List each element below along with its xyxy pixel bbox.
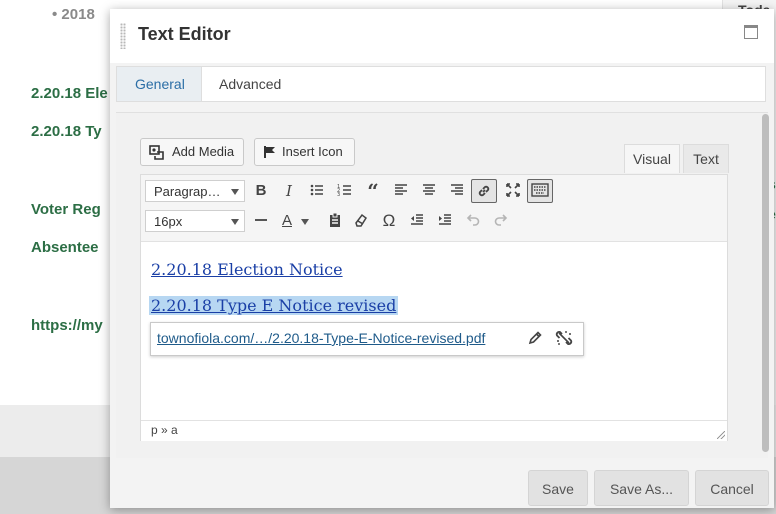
dialog-title: Text Editor bbox=[138, 24, 231, 44]
background-link-type-e[interactable]: 2.20.18 Ty bbox=[31, 123, 102, 140]
text-color-icon[interactable]: A bbox=[275, 209, 299, 233]
chevron-down-icon bbox=[231, 219, 239, 225]
resize-handle-icon[interactable] bbox=[717, 431, 725, 439]
document-link-type-e-notice[interactable]: 2.20.18 Type E Notice revised bbox=[149, 296, 399, 315]
save-as-button[interactable]: Save As... bbox=[594, 470, 689, 506]
font-size-select-value: 16px bbox=[154, 214, 183, 229]
background-link-election[interactable]: 2.20.18 Ele bbox=[31, 85, 108, 102]
editor-statusbar: p » a bbox=[141, 420, 727, 441]
align-center-icon[interactable] bbox=[417, 179, 441, 203]
horizontal-line-icon[interactable] bbox=[249, 209, 273, 233]
save-button[interactable]: Save bbox=[528, 470, 588, 506]
add-media-icon bbox=[149, 145, 164, 160]
format-select-value: Paragrap… bbox=[154, 184, 221, 199]
outdent-icon[interactable] bbox=[405, 209, 429, 233]
bold-icon[interactable]: B bbox=[249, 179, 273, 203]
insert-icon-label: Insert Icon bbox=[282, 144, 343, 159]
background-link-absentee[interactable]: Absentee bbox=[31, 239, 99, 256]
paste-text-icon[interactable] bbox=[323, 209, 347, 233]
numbered-list-icon[interactable]: 123 bbox=[333, 179, 357, 203]
italic-icon[interactable]: I bbox=[277, 179, 301, 203]
add-media-button[interactable]: Add Media bbox=[140, 138, 244, 166]
tab-advanced[interactable]: Advanced bbox=[201, 67, 299, 101]
blockquote-icon[interactable]: “ bbox=[361, 179, 385, 203]
dialog-tabs: General Advanced bbox=[116, 66, 766, 102]
text-editor-dialog: Text Editor General Advanced Add Media I… bbox=[110, 9, 774, 508]
svg-text:3: 3 bbox=[337, 192, 340, 198]
link-preview-url[interactable]: townofiola.com/…/2.20.18-Type-E-Notice-r… bbox=[157, 330, 485, 346]
cancel-button[interactable]: Cancel bbox=[695, 470, 769, 506]
dialog-header[interactable]: Text Editor bbox=[110, 9, 774, 63]
drag-handle-icon[interactable] bbox=[120, 23, 126, 49]
editor-toolbar: Paragrap… B I 123 “ 16px A Ω bbox=[141, 175, 727, 242]
link-preview-popup: townofiola.com/…/2.20.18-Type-E-Notice-r… bbox=[150, 322, 584, 356]
tab-visual[interactable]: Visual bbox=[624, 144, 680, 173]
document-link-election-notice[interactable]: 2.20.18 Election Notice bbox=[151, 260, 343, 279]
insert-icon-button[interactable]: Insert Icon bbox=[254, 138, 355, 166]
background-bullet: • 2018 bbox=[52, 6, 95, 23]
unlink-icon[interactable] bbox=[555, 329, 573, 347]
pencil-icon[interactable] bbox=[527, 330, 543, 346]
chevron-down-icon bbox=[231, 189, 239, 195]
indent-icon[interactable] bbox=[433, 209, 457, 233]
text-color-dropdown-icon[interactable] bbox=[297, 209, 313, 233]
tab-text[interactable]: Text bbox=[683, 144, 729, 173]
bulleted-list-icon[interactable] bbox=[305, 179, 329, 203]
background-link-voter-registration[interactable]: Voter Reg bbox=[31, 201, 101, 218]
editor-content-area[interactable]: 2.20.18 Election Notice 2.20.18 Type E N… bbox=[141, 242, 727, 420]
add-media-label: Add Media bbox=[172, 144, 235, 159]
element-path[interactable]: p » a bbox=[151, 423, 178, 437]
align-right-icon[interactable] bbox=[445, 179, 469, 203]
undo-icon[interactable] bbox=[461, 209, 485, 233]
toolbar-toggle-icon[interactable] bbox=[527, 179, 553, 203]
scrollbar-thumb[interactable] bbox=[762, 114, 769, 452]
insert-link-icon[interactable] bbox=[471, 179, 497, 203]
fullscreen-icon[interactable] bbox=[501, 179, 525, 203]
background-link-url[interactable]: https://my bbox=[31, 317, 103, 334]
align-left-icon[interactable] bbox=[389, 179, 413, 203]
text-color-glyph: A bbox=[281, 212, 292, 229]
format-select[interactable]: Paragrap… bbox=[145, 180, 245, 202]
special-character-icon[interactable]: Ω bbox=[377, 209, 401, 233]
tab-general[interactable]: General bbox=[117, 67, 202, 101]
panel-scrollbar[interactable] bbox=[762, 114, 770, 454]
maximize-icon[interactable] bbox=[744, 25, 758, 39]
redo-icon[interactable] bbox=[489, 209, 513, 233]
font-size-select[interactable]: 16px bbox=[145, 210, 245, 232]
clear-formatting-icon[interactable] bbox=[349, 209, 373, 233]
rich-text-editor: Paragrap… B I 123 “ 16px A Ω 2.20.18 Ele… bbox=[140, 174, 728, 441]
flag-icon bbox=[264, 146, 275, 158]
